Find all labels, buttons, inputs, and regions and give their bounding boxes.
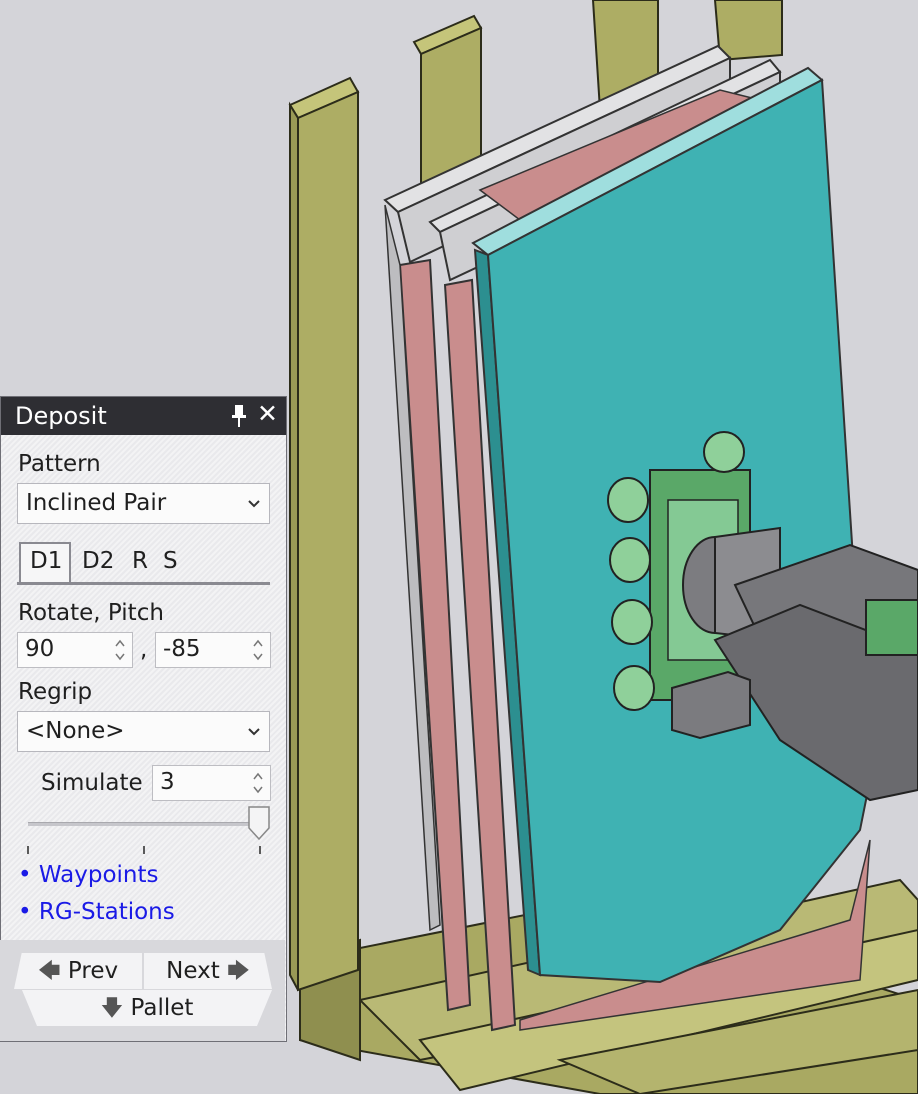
spin-arrows-icon[interactable] <box>251 769 265 797</box>
simulate-label: Simulate <box>41 770 143 796</box>
regrip-value: <None> <box>26 718 125 744</box>
panel-header[interactable]: Deposit ✕ <box>1 397 286 435</box>
prev-label: Prev <box>67 958 119 984</box>
rg-stations-link-label: RG-Stations <box>38 899 175 925</box>
tab-divider <box>17 582 270 585</box>
arrow-right-icon: 🡆 <box>227 959 250 984</box>
pattern-label: Pattern <box>18 451 101 477</box>
arrow-left-icon: 🡄 <box>37 959 61 984</box>
spin-arrows-icon[interactable] <box>113 636 127 664</box>
regrip-dropdown[interactable]: <None> <box>17 711 270 752</box>
simulate-slider-track[interactable] <box>28 822 264 826</box>
simulate-value: 3 <box>160 769 175 795</box>
pattern-dropdown[interactable]: Inclined Pair <box>17 483 270 524</box>
regrip-label: Regrip <box>18 679 93 705</box>
simulate-slider-thumb[interactable] <box>248 806 270 844</box>
panel-title: Deposit <box>15 402 107 430</box>
arrow-down-icon: 🡇 <box>100 996 124 1021</box>
waypoints-link-label: Waypoints <box>38 862 159 888</box>
rg-stations-link[interactable]: • RG-Stations <box>18 899 175 925</box>
tab-d2[interactable]: D2 <box>82 548 114 574</box>
rotate-value: 90 <box>25 636 55 662</box>
close-icon[interactable]: ✕ <box>257 401 278 427</box>
pallet-button[interactable]: 🡇 Pallet <box>22 990 272 1026</box>
simulate-input[interactable]: 3 <box>152 765 271 801</box>
next-button[interactable]: Next 🡆 <box>144 953 272 989</box>
rotate-pitch-label: Rotate, Pitch <box>18 600 164 626</box>
pin-icon[interactable] <box>229 404 249 432</box>
rotate-pitch-separator: , <box>140 637 148 663</box>
chevron-down-icon <box>247 494 261 513</box>
tab-strip: D1 D2 R S <box>17 542 270 586</box>
slider-tick <box>27 846 29 854</box>
pattern-value: Inclined Pair <box>26 490 167 516</box>
slider-tick <box>143 846 145 854</box>
chevron-down-icon <box>247 722 261 741</box>
waypoints-link[interactable]: • Waypoints <box>18 862 159 888</box>
spin-arrows-icon[interactable] <box>251 636 265 664</box>
pitch-value: -85 <box>163 636 201 662</box>
pallet-label: Pallet <box>130 995 194 1021</box>
tab-d1[interactable]: D1 <box>19 542 71 582</box>
next-label: Next <box>166 958 220 984</box>
tab-s[interactable]: S <box>163 548 178 574</box>
rotate-input[interactable]: 90 <box>17 632 133 668</box>
slider-tick <box>259 846 261 854</box>
pitch-input[interactable]: -85 <box>155 632 271 668</box>
prev-button[interactable]: 🡄 Prev <box>14 953 142 989</box>
tab-r[interactable]: R <box>132 548 148 574</box>
